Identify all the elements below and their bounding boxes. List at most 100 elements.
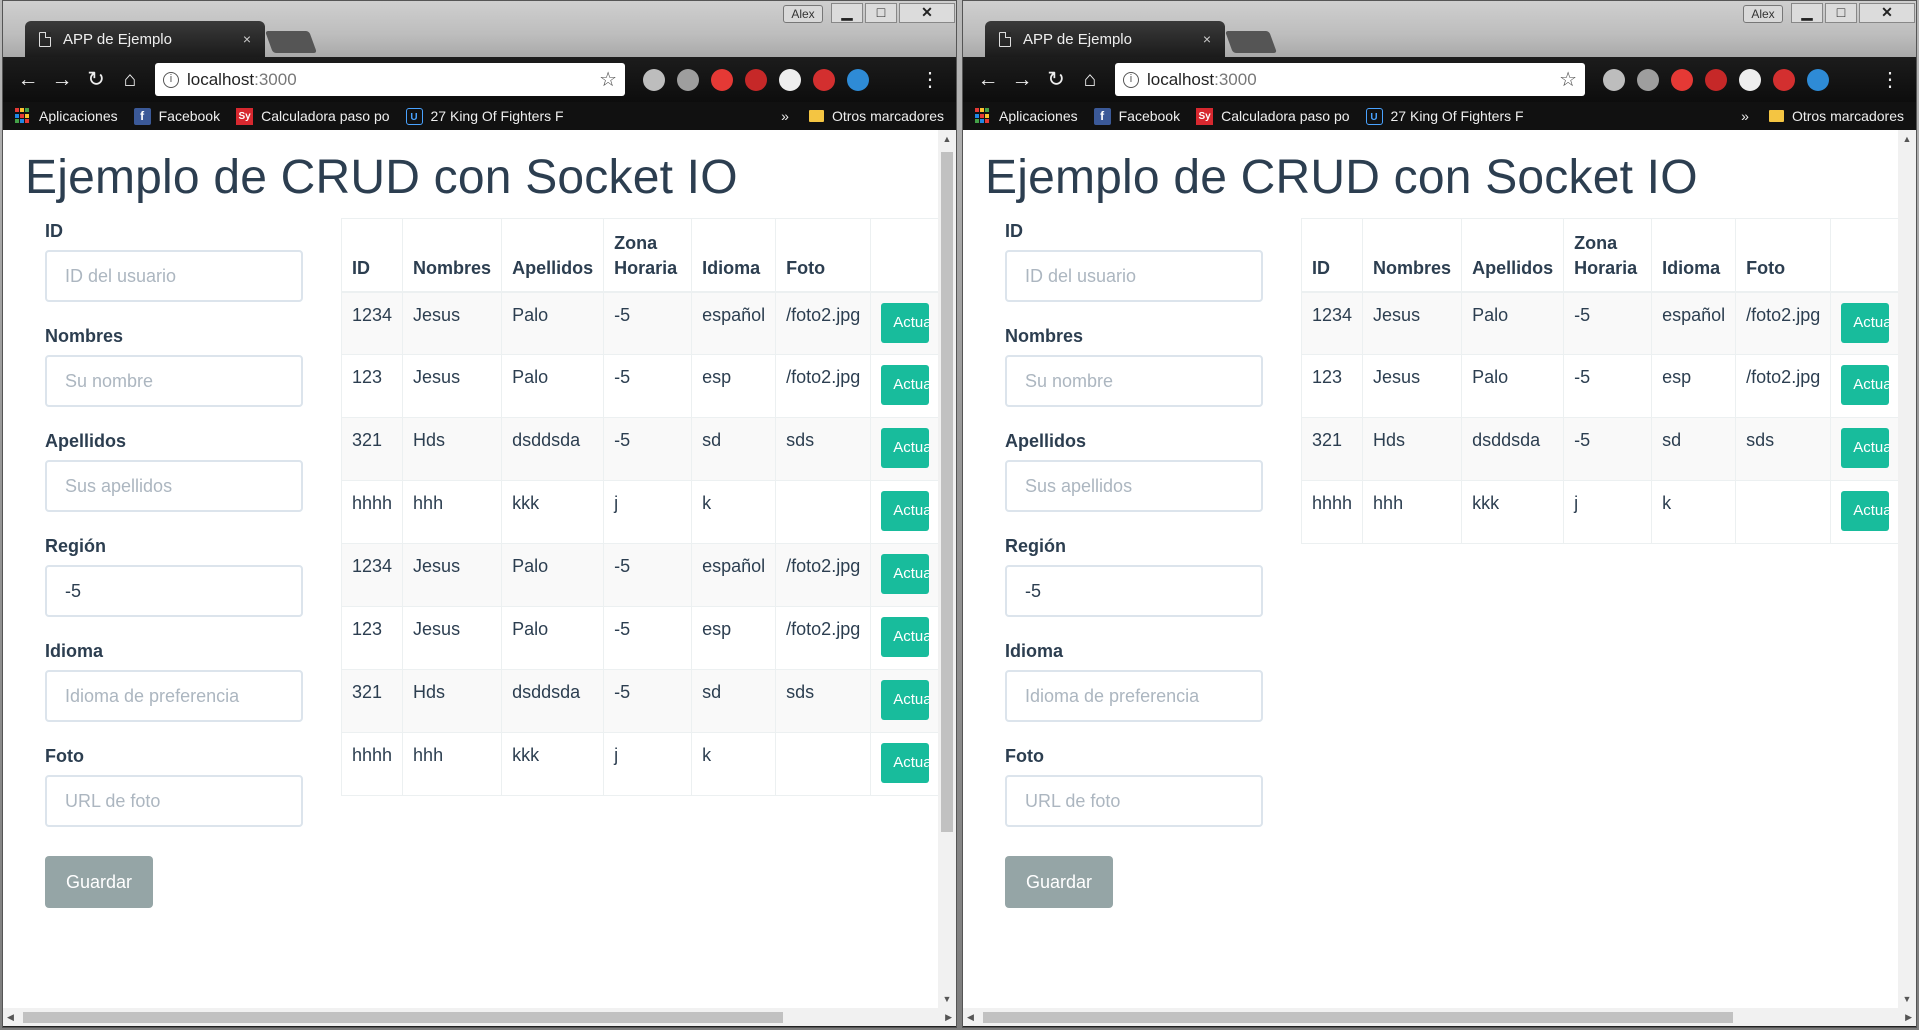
- update-button[interactable]: Actualizar: [1841, 491, 1890, 531]
- bookmark-apps[interactable]: Aplicaciones: [975, 108, 1078, 124]
- update-button[interactable]: Actualizar: [881, 428, 930, 468]
- shield-red-icon[interactable]: [1671, 68, 1693, 91]
- horizontal-scroll-thumb[interactable]: [983, 1012, 1733, 1023]
- maximize-button[interactable]: □: [1825, 3, 1857, 23]
- bookmark-kof[interactable]: U 27 King Of Fighters F: [1365, 107, 1524, 125]
- pocket-icon[interactable]: [813, 68, 835, 91]
- id-field[interactable]: [45, 250, 303, 302]
- maximize-button[interactable]: □: [865, 3, 897, 23]
- browser-tab[interactable]: APP de Ejemplo ×: [25, 21, 265, 57]
- scroll-left-icon[interactable]: ◀: [967, 1008, 974, 1026]
- save-button[interactable]: Guardar: [45, 856, 153, 908]
- idioma-field[interactable]: [1005, 670, 1263, 722]
- bookmark-facebook[interactable]: f Facebook: [133, 107, 220, 125]
- shield-red-icon[interactable]: [711, 68, 733, 91]
- region-field[interactable]: [1005, 565, 1263, 617]
- tab-close-icon[interactable]: ×: [1203, 31, 1211, 47]
- cube-icon[interactable]: [779, 68, 801, 91]
- horizontal-scroll-thumb[interactable]: [23, 1012, 783, 1023]
- drive-icon[interactable]: [1637, 68, 1659, 91]
- address-bar[interactable]: i localhost:3000 ☆: [155, 63, 625, 96]
- update-button[interactable]: Actualizar: [881, 365, 930, 405]
- minimize-button[interactable]: ▁: [831, 3, 863, 23]
- scroll-right-icon[interactable]: ▶: [1905, 1008, 1912, 1026]
- horizontal-scrollbar[interactable]: ◀ ▶: [3, 1008, 956, 1026]
- foto-field[interactable]: [1005, 775, 1263, 827]
- tab-close-icon[interactable]: ×: [243, 31, 251, 47]
- bookmarks-overflow-button[interactable]: »: [1741, 108, 1749, 124]
- info-icon[interactable]: i: [1123, 71, 1139, 88]
- scroll-down-icon[interactable]: ▼: [1898, 990, 1916, 1008]
- pocket-icon[interactable]: [1773, 68, 1795, 91]
- scroll-down-icon[interactable]: ▼: [938, 990, 956, 1008]
- ghost-icon[interactable]: [1705, 68, 1727, 91]
- ghost-icon[interactable]: [745, 68, 767, 91]
- menu-icon[interactable]: ⋮: [920, 67, 940, 92]
- bookmark-facebook[interactable]: f Facebook: [1093, 107, 1180, 125]
- drive-icon[interactable]: [677, 68, 699, 91]
- table-cell: Palo: [501, 354, 605, 418]
- nombres-field[interactable]: [45, 355, 303, 407]
- home-icon[interactable]: ⌂: [113, 68, 147, 92]
- foto-field[interactable]: [45, 775, 303, 827]
- profile-button[interactable]: Alex: [783, 5, 823, 23]
- close-window-button[interactable]: ✕: [899, 3, 955, 23]
- home-icon[interactable]: ⌂: [1073, 68, 1107, 92]
- cube-icon[interactable]: [1739, 68, 1761, 91]
- nombres-field[interactable]: [1005, 355, 1263, 407]
- update-button[interactable]: Actualizar: [1841, 428, 1890, 468]
- update-button[interactable]: Actualizar: [881, 302, 930, 343]
- bookmark-calculadora[interactable]: Sy Calculadora paso po: [236, 107, 390, 125]
- table-cell: hhh: [402, 480, 503, 544]
- new-tab-button[interactable]: [1224, 31, 1278, 53]
- scroll-left-icon[interactable]: ◀: [7, 1008, 14, 1026]
- vertical-scroll-thumb[interactable]: [941, 152, 953, 832]
- menu-icon[interactable]: ⋮: [1880, 67, 1900, 92]
- globe-icon[interactable]: [1807, 68, 1829, 91]
- back-icon[interactable]: ←: [971, 68, 1005, 92]
- reload-icon[interactable]: ↻: [1039, 67, 1073, 92]
- apellidos-field[interactable]: [45, 460, 303, 512]
- minimize-button[interactable]: ▁: [1791, 3, 1823, 23]
- close-window-button[interactable]: ✕: [1859, 3, 1915, 23]
- update-button[interactable]: Actualizar: [881, 680, 930, 720]
- update-button[interactable]: Actualizar: [881, 491, 930, 531]
- forward-icon[interactable]: →: [45, 68, 79, 92]
- bookmark-apps[interactable]: Aplicaciones: [15, 108, 118, 124]
- update-button[interactable]: Actualizar: [881, 743, 930, 783]
- vertical-scrollbar[interactable]: ▲ ▼: [938, 130, 956, 1008]
- scroll-right-icon[interactable]: ▶: [945, 1008, 952, 1026]
- symbolab-icon: Sy: [1196, 107, 1214, 125]
- bookmarks-overflow-button[interactable]: »: [781, 108, 789, 124]
- region-field[interactable]: [45, 565, 303, 617]
- update-button[interactable]: Actualizar: [1841, 302, 1890, 343]
- bookmark-otros[interactable]: Otros marcadores: [808, 108, 944, 124]
- save-button[interactable]: Guardar: [1005, 856, 1113, 908]
- globe-icon[interactable]: [847, 68, 869, 91]
- forward-icon[interactable]: →: [1005, 68, 1039, 92]
- bookmark-star-icon[interactable]: ☆: [599, 67, 617, 92]
- update-button[interactable]: Actualizar: [881, 554, 930, 594]
- bookmark-kof[interactable]: U 27 King Of Fighters F: [405, 107, 564, 125]
- speed-dial-icon[interactable]: [643, 68, 665, 91]
- speed-dial-icon[interactable]: [1603, 68, 1625, 91]
- scroll-up-icon[interactable]: ▲: [938, 130, 956, 148]
- bookmark-otros[interactable]: Otros marcadores: [1768, 108, 1904, 124]
- apellidos-field[interactable]: [1005, 460, 1263, 512]
- id-field[interactable]: [1005, 250, 1263, 302]
- reload-icon[interactable]: ↻: [79, 67, 113, 92]
- browser-tab[interactable]: APP de Ejemplo ×: [985, 21, 1225, 57]
- profile-button[interactable]: Alex: [1743, 5, 1783, 23]
- new-tab-button[interactable]: [264, 31, 318, 53]
- update-button[interactable]: Actualizar: [881, 617, 930, 657]
- update-button[interactable]: Actualizar: [1841, 365, 1890, 405]
- vertical-scrollbar[interactable]: ▲ ▼: [1898, 130, 1916, 1008]
- scroll-up-icon[interactable]: ▲: [1898, 130, 1916, 148]
- back-icon[interactable]: ←: [11, 68, 45, 92]
- horizontal-scrollbar[interactable]: ◀ ▶: [963, 1008, 1916, 1026]
- bookmark-star-icon[interactable]: ☆: [1559, 67, 1577, 92]
- address-bar[interactable]: i localhost:3000 ☆: [1115, 63, 1585, 96]
- info-icon[interactable]: i: [163, 71, 179, 88]
- idioma-field[interactable]: [45, 670, 303, 722]
- bookmark-calculadora[interactable]: Sy Calculadora paso po: [1196, 107, 1350, 125]
